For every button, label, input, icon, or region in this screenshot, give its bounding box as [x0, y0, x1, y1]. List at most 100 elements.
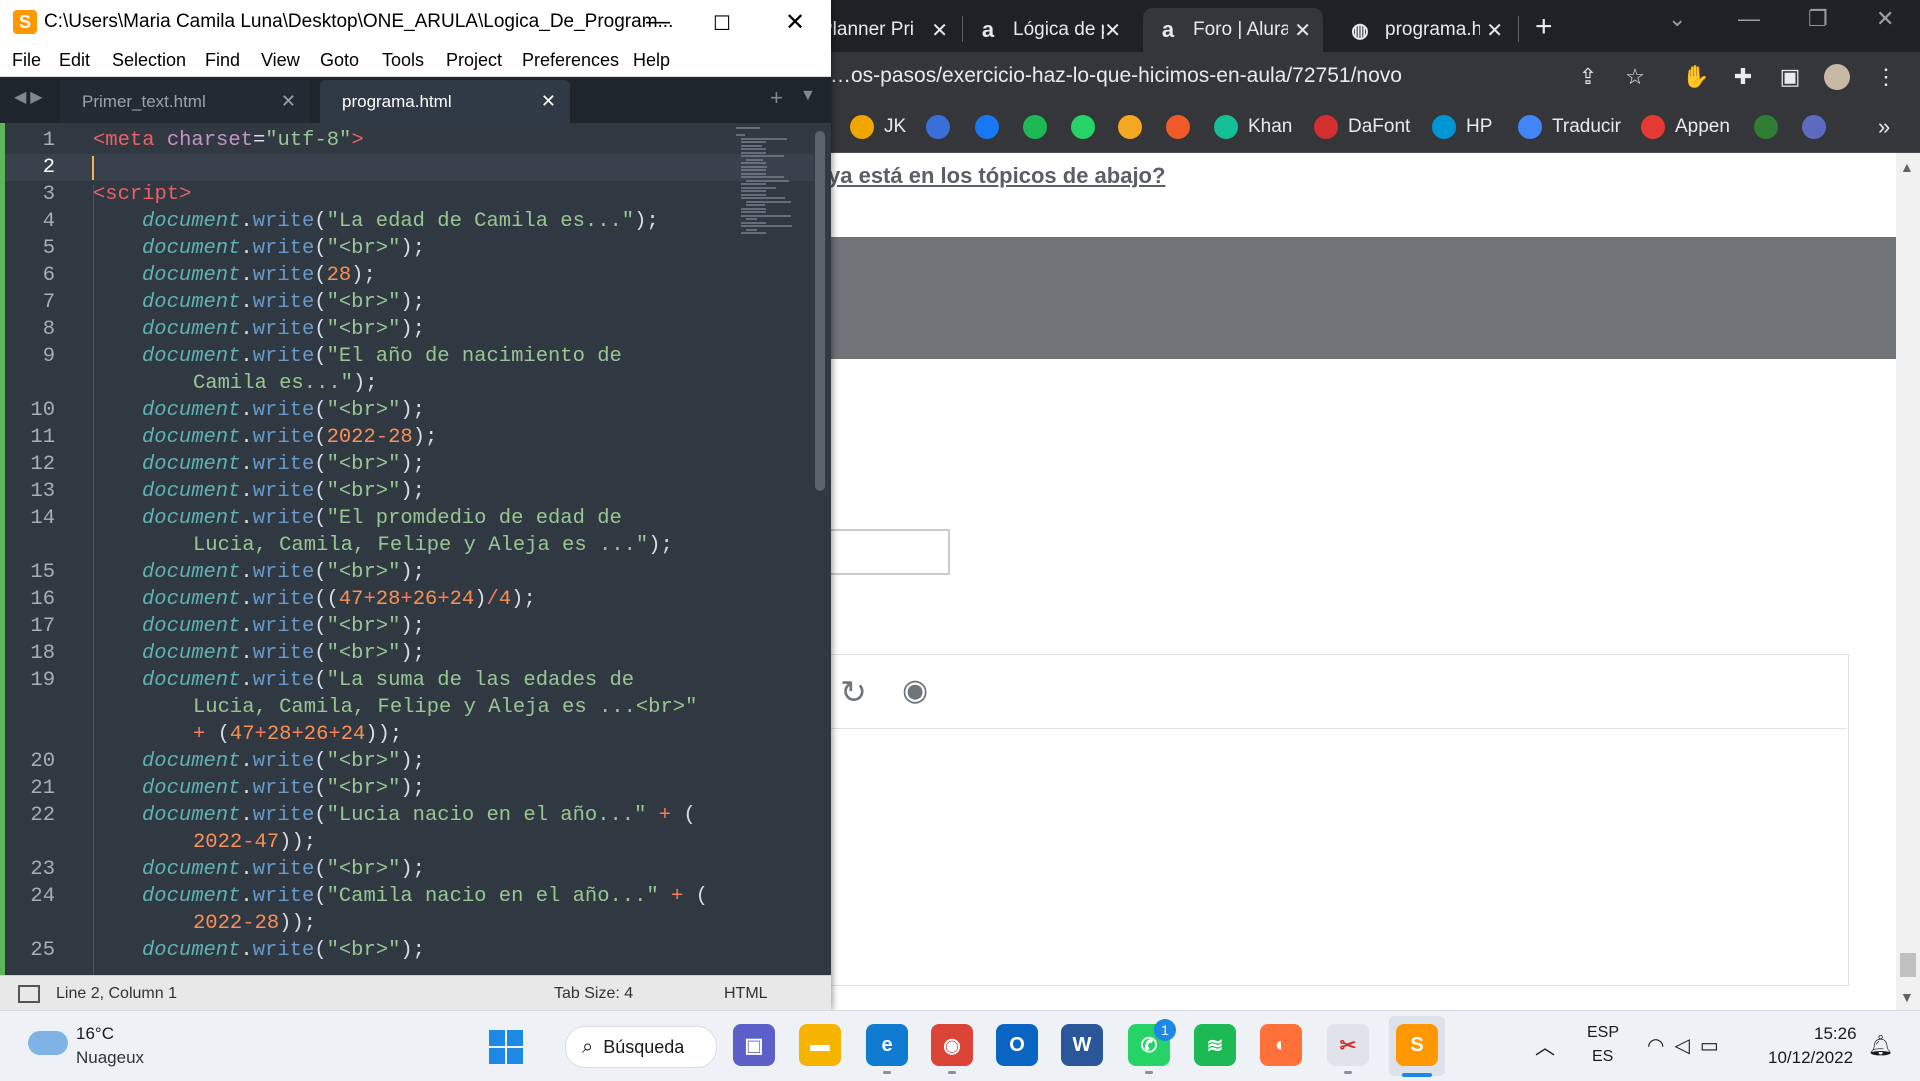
scroll-down-icon[interactable]: ▼ [1900, 989, 1914, 1005]
bookmark-item[interactable] [1754, 114, 1788, 140]
code-line[interactable]: 21 document.write("<br>"); [0, 775, 810, 802]
close-window-icon[interactable]: ✕ [1876, 6, 1894, 32]
profile-avatar[interactable] [1824, 64, 1850, 90]
code-line[interactable]: 11 document.write(2022-28); [0, 424, 810, 451]
code-line[interactable]: 2022-28)); [0, 910, 810, 937]
code-line[interactable]: 1 <meta charset="utf-8"> [0, 127, 810, 154]
editor-scrollbar[interactable] [815, 131, 825, 491]
bookmark-star-icon[interactable]: ☆ [1622, 64, 1648, 90]
menu-help[interactable]: Help [633, 50, 670, 71]
system-tray-icons[interactable]: ◠◁▭ [1647, 1033, 1729, 1058]
side-panel-icon[interactable]: ▣ [1777, 64, 1803, 90]
snipping-tool-icon[interactable]: ✂ [1327, 1024, 1369, 1066]
file-explorer-icon[interactable]: ▬ [799, 1024, 841, 1066]
code-line[interactable]: 13 document.write("<br>"); [0, 478, 810, 505]
wifi-icon[interactable]: ◠ [1647, 1035, 1674, 1057]
address-bar[interactable]: …os-pasos/exercicio-haz-lo-que-hicimos-e… [830, 64, 1402, 88]
clock-date[interactable]: 10/12/2022 [1768, 1048, 1853, 1068]
bookmark-item[interactable] [1071, 114, 1105, 140]
cloud-icon[interactable] [28, 1031, 68, 1055]
bookmark-item[interactable]: JK [850, 114, 906, 140]
tab-programa[interactable]: programa.html ✕ [320, 80, 570, 123]
teams-chat-icon[interactable]: ▣ [733, 1024, 775, 1066]
bookmark-item[interactable] [975, 114, 1009, 140]
minimap[interactable] [736, 127, 806, 247]
code-line[interactable]: 8 document.write("<br>"); [0, 316, 810, 343]
menu-project[interactable]: Project [446, 50, 502, 71]
bookmark-item[interactable] [1166, 114, 1200, 140]
code-line[interactable]: 9 document.write("El año de nacimiento de [0, 343, 810, 370]
notification-bell-icon[interactable]: 🔔︎ [1868, 1033, 1893, 1058]
tab-nav-arrows-icon[interactable]: ◀▶ [14, 87, 47, 107]
code-line[interactable]: 19 document.write("La suma de las edades … [0, 667, 810, 694]
bookmark-item[interactable]: HP [1432, 114, 1492, 140]
code-line[interactable]: 18 document.write("<br>"); [0, 640, 810, 667]
code-line[interactable]: Lucia, Camila, Felipe y Aleja es ..."); [0, 532, 810, 559]
code-editor[interactable]: 1 <meta charset="utf-8"> 2 3 <script> 4 docume… [0, 123, 831, 975]
clock-time[interactable]: 15:26 [1814, 1024, 1857, 1044]
code-line[interactable]: 6 document.write(28); [0, 262, 810, 289]
code-line[interactable]: 2022-47)); [0, 829, 810, 856]
word-icon[interactable]: W [1061, 1024, 1103, 1066]
code-line[interactable]: 15 document.write("<br>"); [0, 559, 810, 586]
close-tab-icon[interactable]: ✕ [931, 18, 948, 43]
code-line[interactable]: 5 document.write("<br>"); [0, 235, 810, 262]
weather-temperature[interactable]: 16°C [76, 1024, 114, 1044]
tab-list-dropdown-icon[interactable]: ▼ [800, 87, 816, 105]
code-line[interactable]: 23 document.write("<br>"); [0, 856, 810, 883]
code-line[interactable]: 3 <script> [0, 181, 810, 208]
code-line[interactable]: 12 document.write("<br>"); [0, 451, 810, 478]
page-scrollbar[interactable] [1896, 153, 1920, 1010]
close-window-icon[interactable]: ✕ [785, 8, 805, 37]
bookmark-item[interactable] [1118, 114, 1152, 140]
code-line[interactable]: 10 document.write("<br>"); [0, 397, 810, 424]
panel-toggle-icon[interactable] [18, 985, 40, 1003]
close-tab-icon[interactable]: ✕ [1294, 18, 1311, 43]
code-line[interactable]: 7 document.write("<br>"); [0, 289, 810, 316]
tab-primer-text[interactable]: Primer_text.html ✕ [60, 80, 310, 123]
adblock-icon[interactable]: ✋ [1682, 64, 1709, 90]
code-line[interactable]: 20 document.write("<br>"); [0, 748, 810, 775]
new-tab-icon[interactable]: + [770, 85, 783, 111]
bookmark-item[interactable]: Appen [1641, 114, 1730, 140]
minimize-icon[interactable]: — [646, 8, 670, 36]
code-line[interactable]: 22 document.write("Lucia nacio en el año.… [0, 802, 810, 829]
code-line[interactable]: 16 document.write((47+28+26+24)/4); [0, 586, 810, 613]
weather-description[interactable]: Nuageux [76, 1048, 144, 1068]
show-hidden-icons-chevron-icon[interactable]: ︿ [1535, 1031, 1555, 1060]
refresh-icon[interactable]: ↻ [840, 673, 867, 711]
extensions-icon[interactable]: ✚ [1730, 64, 1756, 90]
bookmark-item[interactable]: DaFont [1314, 114, 1410, 140]
restore-icon[interactable]: ❐ [1808, 6, 1828, 32]
code-line[interactable]: 17 document.write("<br>"); [0, 613, 810, 640]
code-line[interactable]: + (47+28+26+24)); [0, 721, 810, 748]
post-editor[interactable] [800, 654, 1849, 986]
menu-preferences[interactable]: Preferences [522, 50, 619, 71]
minimize-icon[interactable]: — [1738, 6, 1760, 32]
battery-icon[interactable]: ▭ [1700, 1035, 1729, 1057]
bookmark-item[interactable]: Traducir [1518, 114, 1621, 140]
firefox-icon[interactable]: ◐ [1260, 1024, 1302, 1066]
menu-tools[interactable]: Tools [382, 50, 424, 71]
bookmark-item[interactable] [926, 114, 960, 140]
menu-file[interactable]: File [12, 50, 41, 71]
bookmark-item[interactable] [1802, 114, 1836, 140]
volume-icon[interactable]: ◁ [1674, 1035, 1699, 1057]
bookmark-item[interactable] [1023, 114, 1057, 140]
tab-search-chevron-icon[interactable]: ⌄ [1668, 6, 1686, 32]
menu-selection[interactable]: Selection [112, 50, 186, 71]
preview-eye-icon[interactable]: ◉ [902, 673, 928, 708]
code-line[interactable]: 4 document.write("La edad de Camila es...… [0, 208, 810, 235]
browser-tab-planner[interactable]: Planner Pri ✕ [820, 8, 960, 52]
spotify-icon[interactable]: ≋ [1194, 1024, 1236, 1066]
outlook-icon[interactable]: O [996, 1024, 1038, 1066]
close-tab-icon[interactable]: ✕ [1486, 18, 1503, 43]
start-button[interactable] [489, 1030, 523, 1064]
cursor-position[interactable]: Line 2, Column 1 [56, 985, 177, 1003]
menu-view[interactable]: View [261, 50, 300, 71]
edge-icon[interactable]: e [866, 1024, 908, 1066]
more-bookmarks-icon[interactable]: » [1878, 114, 1890, 140]
menu-goto[interactable]: Goto [320, 50, 359, 71]
topics-question-link[interactable]: ya está en los tópicos de abajo? [828, 163, 1165, 189]
bookmark-item[interactable]: Khan [1214, 114, 1292, 140]
